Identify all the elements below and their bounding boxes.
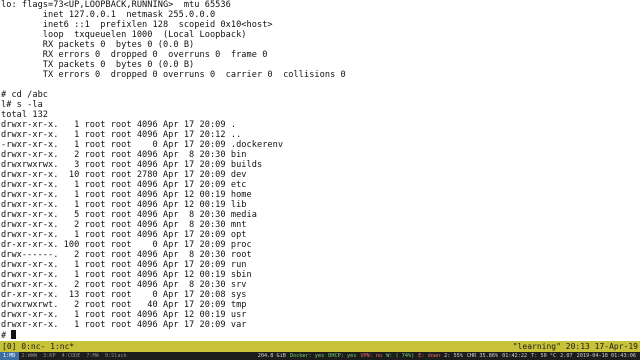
terminal-line: drwxr-xr-x. 1 root root 4096 Apr 17 20:0…	[1, 230, 247, 240]
terminal-line: drwxrwxrwx. 3 root root 4096 Apr 17 20:0…	[1, 160, 263, 170]
terminal-line: drwxr-xr-x. 1 root root 4096 Apr 12 00:1…	[1, 190, 252, 200]
status-item: E: down	[418, 353, 441, 359]
status-item: 2: 55%	[444, 353, 463, 359]
status-item: CHR 35.86%	[466, 353, 499, 359]
status-item: 2019-04-18 01:43:06	[576, 353, 636, 359]
terminal-line: # cd /abc	[1, 90, 49, 100]
terminal-line: drwxr-xr-x. 1 root root 4096 Apr 17 20:0…	[1, 320, 247, 330]
terminal-line: drwxr-xr-x. 1 root root 4096 Apr 17 20:0…	[1, 260, 247, 270]
terminal-line: drwxr-xr-x. 2 root root 4096 Apr 8 20:30…	[1, 280, 247, 290]
terminal-line: drwxr-xr-x. 2 root root 4096 Apr 8 20:30…	[1, 150, 247, 160]
terminal-line: drwxr-xr-x. 10 root root 2780 Apr 17 20:…	[1, 170, 247, 180]
terminal-line: l# s -la	[1, 100, 43, 110]
status-item: W: ( 74%)	[386, 353, 415, 359]
workspace-4[interactable]: 4:CODE	[59, 352, 84, 360]
workspace-list: 1:MD 2:WWW 3:KP 4:CODE 7:MA 9:Slack	[0, 352, 130, 360]
status-item: DHCP: yes	[328, 353, 357, 359]
workspace-2[interactable]: 2:WWW	[19, 352, 41, 360]
terminal-line: TX packets 0 bytes 0 (0.0 B)	[1, 60, 195, 70]
terminal-line: TX errors 0 dropped 0 overruns 0 carrier…	[1, 70, 346, 80]
workspace-5[interactable]: 7:MA	[83, 352, 102, 360]
terminal-line: drwxr-xr-x. 1 root root 4096 Apr 17 20:0…	[1, 180, 247, 190]
status-item: VPN: no	[360, 353, 383, 359]
status-item: 204.8 GiB	[257, 353, 286, 359]
terminal-line: drwxr-xr-x. 1 root root 4096 Apr 17 20:0…	[1, 120, 237, 130]
tmux-window-list[interactable]: [0] 0:nc- 1:nc*	[2, 342, 74, 351]
terminal-output[interactable]: lo: flags=73<UP,LOOPBACK,RUNNING> mtu 65…	[0, 0, 640, 341]
terminal-line: RX errors 0 dropped 0 overruns 0 frame 0	[1, 50, 268, 60]
workspace-6[interactable]: 9:Slack	[102, 352, 130, 360]
terminal-line: drwxr-xr-x. 2 root root 4096 Apr 8 20:30…	[1, 220, 247, 230]
system-status-area: 204.8 GiB Docker: yes DHCP: yes VPN: no W: (…	[256, 353, 640, 359]
status-item: 01:42:22	[502, 353, 528, 359]
tmux-session-info: "learning" 20:13 17-Apr-19	[512, 342, 638, 351]
terminal-line: -rwxr-xr-x. 1 root root 0 Apr 17 20:09 .…	[1, 140, 284, 150]
terminal-cursor	[11, 330, 17, 339]
terminal-line: drwxr-xr-x. 1 root root 4096 Apr 17 20:1…	[1, 130, 242, 140]
terminal-line: drwxrwxrwt. 2 root root 40 Apr 17 20:09 …	[1, 300, 247, 310]
terminal-line: #	[1, 330, 640, 341]
terminal-line: inet6 ::1 prefixlen 128 scopeid 0x10<hos…	[1, 20, 273, 30]
terminal-line: drwxr-xr-x. 1 root root 4096 Apr 12 00:1…	[1, 270, 252, 280]
status-item: Docker: yes	[289, 353, 325, 359]
terminal-line: dr-xr-xr-x. 100 root root 0 Apr 17 20:09…	[1, 240, 252, 250]
terminal-line: total 132	[1, 110, 49, 120]
terminal-line: drwxr-xr-x. 5 root root 4096 Apr 8 20:30…	[1, 210, 257, 220]
terminal-line: drwxr-xr-x. 1 root root 4096 Apr 12 00:1…	[1, 310, 247, 320]
workspace-3[interactable]: 3:KP	[40, 352, 59, 360]
terminal-line: RX packets 0 bytes 0 (0.0 B)	[1, 40, 195, 50]
window-manager-bar: 1:MD 2:WWW 3:KP 4:CODE 7:MA 9:Slack 204.8 GiB…	[0, 352, 640, 360]
terminal-line: drwxr-xr-x. 1 root root 4096 Apr 12 00:1…	[1, 200, 247, 210]
status-item: 2.07	[560, 353, 573, 359]
terminal-line: loop txqueuelen 1000 (Local Loopback)	[1, 30, 247, 40]
terminal-line: lo: flags=73<UP,LOOPBACK,RUNNING> mtu 65…	[1, 0, 231, 10]
tmux-status-bar: [0] 0:nc- 1:nc* "learning" 20:13 17-Apr-…	[0, 341, 640, 352]
terminal-line: inet 127.0.0.1 netmask 255.0.0.0	[1, 10, 216, 20]
terminal-line: dr-xr-xr-x. 13 root root 0 Apr 17 20:08 …	[1, 290, 247, 300]
status-item: T: 50 °C	[531, 353, 557, 359]
desktop-screen: lo: flags=73<UP,LOOPBACK,RUNNING> mtu 65…	[0, 0, 640, 360]
workspace-1[interactable]: 1:MD	[0, 352, 19, 360]
terminal-line: drwx------. 2 root root 4096 Apr 8 20:30…	[1, 250, 252, 260]
